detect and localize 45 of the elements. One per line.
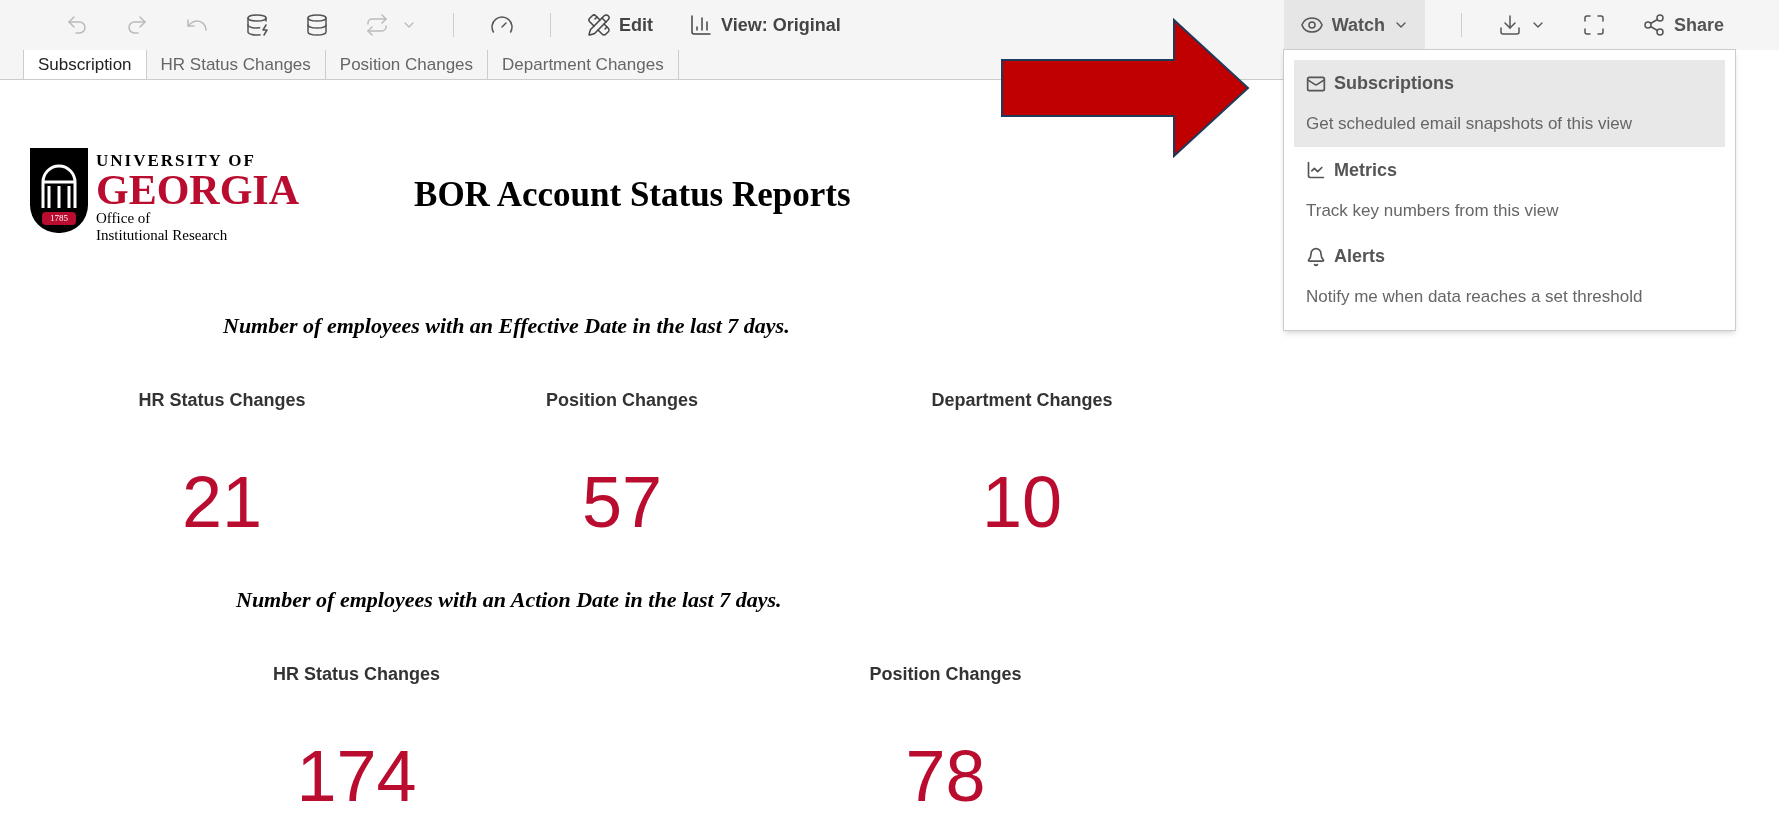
bell-icon [1306,246,1326,267]
bar-chart-icon [689,13,713,37]
metric-value: 57 [581,466,663,538]
chart-icon [1306,160,1326,180]
metric-value: 78 [905,740,986,812]
tab[interactable]: Department Changes [488,50,679,79]
share-icon [1641,13,1666,37]
menu-item-title: Subscriptions [1334,72,1454,95]
menu-item-title: Alerts [1334,245,1386,268]
metric-value: 10 [981,466,1063,538]
download-icon[interactable] [1497,13,1522,37]
arch-icon [39,163,79,208]
menu-item-description: Notify me when data reaches a set threshold [1306,286,1644,308]
menu-item[interactable]: Metrics Track key numbers from this view [1294,146,1725,233]
menu-item-description: Track key numbers from this view [1306,199,1560,222]
logo-text: Office of [96,211,152,226]
metric-value: 174 [296,740,417,812]
tab[interactable]: HR Status Changes [146,50,326,79]
tab[interactable]: Subscription [23,50,147,79]
view-button[interactable]: View: Original [689,11,841,39]
metric-label: HR Status Changes [273,663,440,686]
menu-item-title: Metrics [1334,158,1398,182]
metric-label: Position Changes [869,663,1022,686]
menu-item[interactable]: Subscriptions Get scheduled email snapshots of this view [1294,60,1725,147]
pencil-ruler-icon [587,13,611,37]
logo-text: GEORGIA [96,169,300,211]
metric-label: Department Changes [931,389,1113,412]
logo-text: UNIVERSITY OF [96,152,257,169]
database-icon[interactable] [305,13,329,37]
share-button[interactable]: Share [1641,11,1724,39]
metric-label: HR Status Changes [138,389,306,412]
section-heading: Number of employees with an Effective Date in the last 7 days. [223,312,791,340]
metric-value: 21 [181,466,263,538]
menu-item[interactable]: Alerts Notify me when data reaches a set threshold [1294,233,1725,320]
tab[interactable]: Position Changes [325,50,489,79]
edit-button[interactable]: Edit [587,11,653,39]
menu-item-description: Get scheduled email snapshots of this view [1306,113,1633,135]
section-heading: Number of employees with an Action Date in the last 7 days. [236,586,783,614]
fullscreen-icon[interactable] [1581,13,1606,37]
database-refresh-icon[interactable] [245,13,269,37]
report-title: BOR Account Status Reports [414,174,851,217]
metric-label: Position Changes [546,389,698,412]
watch-button[interactable]: Watch [1283,0,1425,50]
logo-text: Institutional Research [96,228,229,243]
logo-year: 1785 [42,211,76,225]
